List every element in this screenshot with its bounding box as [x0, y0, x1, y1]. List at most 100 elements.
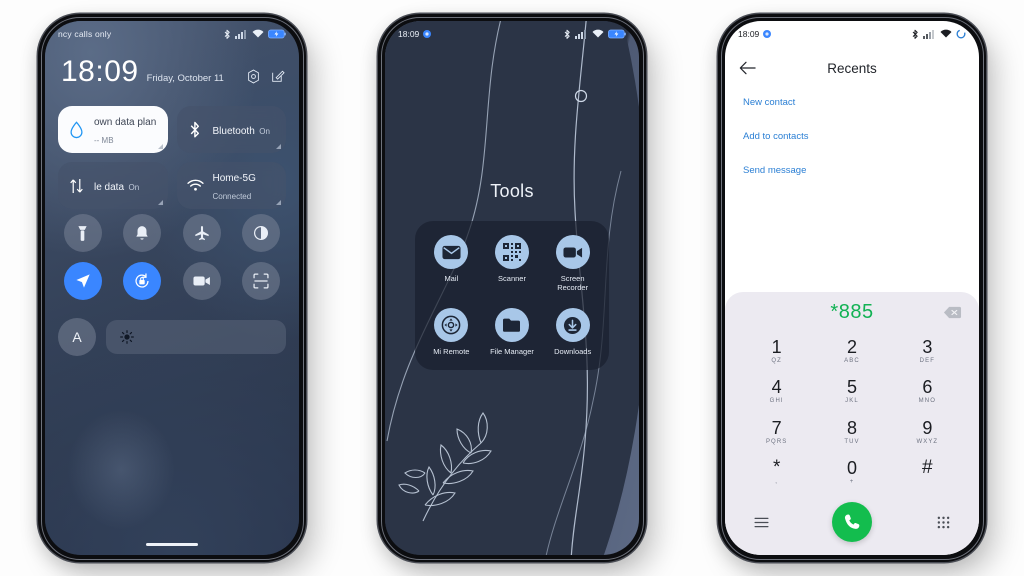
wifi-icon — [186, 179, 205, 192]
key-digit: 3 — [922, 337, 933, 358]
three-phone-mockup-scene: ncy calls only 18:09 Friday, October 11 — [0, 0, 1024, 576]
toggle-airplane-mode[interactable] — [182, 214, 221, 252]
key-letters: TUV — [844, 438, 860, 445]
key-digit: 7 — [771, 417, 782, 438]
app-scanner[interactable]: Scanner — [484, 235, 541, 292]
tile-expand-corner[interactable] — [276, 200, 281, 205]
status-time: 18:09 — [398, 29, 420, 39]
dark-mode-icon — [254, 225, 269, 241]
key-digit: 4 — [771, 377, 782, 398]
clock-date: Friday, October 11 — [146, 73, 224, 84]
key-letters: GHI — [769, 398, 784, 405]
call-button[interactable] — [832, 502, 872, 542]
app-label: Mail — [444, 274, 459, 283]
home-indicator[interactable] — [146, 542, 198, 546]
ringer-bell-icon — [136, 226, 148, 240]
phone-1-screen: ncy calls only 18:09 Friday, October 11 — [45, 21, 299, 555]
tile-wifi[interactable]: Home-5G Connected — [176, 162, 286, 209]
status-left: ncy calls only — [58, 29, 111, 39]
clock-actions — [246, 69, 285, 87]
key-5[interactable]: 5 JKL — [814, 372, 889, 412]
tile-wifi-text: Home-5G Connected — [213, 168, 278, 204]
key-6[interactable]: 6 MNO — [890, 372, 965, 412]
tile-expand-corner[interactable] — [276, 144, 281, 149]
key-letters: DEF — [919, 358, 935, 365]
key-hash[interactable]: # — [890, 453, 965, 493]
tile-expand-corner[interactable] — [157, 200, 163, 205]
link-add-to-contacts[interactable]: Add to contacts — [743, 131, 961, 142]
phone-1-control-center: ncy calls only 18:09 Friday, October 11 — [38, 14, 306, 562]
tile-mobile-data[interactable]: le data On — [58, 162, 168, 209]
mail-icon — [434, 235, 469, 269]
tile-data-plan[interactable]: own data plan -- MB — [58, 106, 168, 153]
battery-charging-icon — [608, 29, 626, 39]
app-screen-recorder[interactable]: Screen Recorder — [544, 235, 601, 292]
key-digit: * — [772, 457, 781, 479]
dialed-number[interactable]: *885 — [830, 301, 873, 324]
phone-2-status-bar: 18:09 — [385, 21, 639, 47]
menu-icon[interactable] — [751, 512, 771, 532]
tile-title: Bluetooth — [212, 125, 255, 137]
key-8[interactable]: 8 TUV — [814, 413, 889, 453]
key-7[interactable]: 7 PQRS — [739, 413, 814, 453]
wifi-icon — [940, 29, 951, 38]
dialed-number-row: *885 — [725, 292, 979, 332]
bluetooth-icon — [186, 121, 205, 139]
key-digit: 8 — [846, 417, 857, 438]
status-time: 18:09 — [738, 29, 760, 39]
app-mail[interactable]: Mail — [423, 235, 480, 292]
brightness-slider[interactable] — [106, 320, 286, 354]
tile-subtitle: On — [128, 182, 140, 192]
key-letters: , — [775, 479, 779, 486]
key-digit: 0 — [846, 457, 857, 478]
toggle-flashlight[interactable] — [63, 214, 102, 252]
phone-3-status-bar: 18:09 — [725, 21, 979, 47]
key-letters: ABC — [844, 358, 860, 365]
lockscreen-clock-row: 18:09 Friday, October 11 — [61, 57, 285, 87]
dialpad-icon[interactable] — [933, 512, 953, 532]
phone-3-screen: 18:09 Recents New contact Add to contact… — [725, 21, 979, 555]
folder-app-grid: Mail Scanner Screen Recorder Mi Remote F… — [415, 221, 609, 370]
tile-data-plan-text: own data plan -- MB — [94, 112, 159, 148]
key-9[interactable]: 9 WXYZ — [890, 413, 965, 453]
toggle-dark-mode[interactable] — [242, 214, 281, 252]
auto-brightness-button[interactable]: A — [58, 318, 96, 356]
tile-mobile-data-text: le data On — [94, 177, 139, 195]
toggle-ringer[interactable] — [123, 214, 162, 252]
toggle-screen-recorder[interactable] — [182, 262, 221, 300]
key-2[interactable]: 2 ABC — [814, 332, 889, 372]
signal-icon — [575, 30, 586, 39]
key-1[interactable]: 1 QZ — [739, 332, 814, 372]
toggle-location[interactable] — [63, 262, 102, 300]
mobile-data-icon — [67, 178, 86, 194]
status-left: 18:09 — [398, 29, 432, 39]
key-digit: 6 — [922, 377, 933, 398]
phone-2-home-screen: 18:09 Tools Mail Scanner Screen Recorder… — [378, 14, 646, 562]
key-0[interactable]: 0 + — [814, 453, 889, 493]
link-send-message[interactable]: Send message — [743, 165, 961, 176]
gear-icon[interactable] — [246, 69, 261, 84]
key-3[interactable]: 3 DEF — [890, 332, 965, 372]
tile-expand-corner[interactable] — [157, 144, 163, 149]
key-star[interactable]: *, — [739, 453, 814, 493]
tile-subtitle: Connected — [212, 191, 252, 201]
dialer-action-row — [725, 493, 979, 555]
folder-title: Tools — [490, 181, 534, 201]
tile-bluetooth[interactable]: Bluetooth On — [176, 106, 286, 153]
backspace-icon[interactable] — [942, 305, 962, 319]
download-icon — [555, 308, 590, 342]
key-digit: 5 — [846, 377, 857, 398]
link-new-contact[interactable]: New contact — [743, 97, 961, 108]
screen-recorder-icon — [555, 235, 590, 269]
toggle-auto-rotate-lock[interactable] — [123, 262, 162, 300]
key-4[interactable]: 4 GHI — [739, 372, 814, 412]
quick-toggle-grid — [58, 214, 286, 300]
wifi-icon — [592, 29, 603, 38]
app-mi-remote[interactable]: Mi Remote — [423, 308, 480, 356]
tile-title: le data — [94, 181, 125, 193]
app-file-manager[interactable]: File Manager — [484, 308, 541, 356]
toggle-scan[interactable] — [242, 262, 281, 300]
edit-icon[interactable] — [271, 69, 285, 83]
app-downloads[interactable]: Downloads — [544, 308, 601, 356]
status-right — [912, 29, 967, 40]
